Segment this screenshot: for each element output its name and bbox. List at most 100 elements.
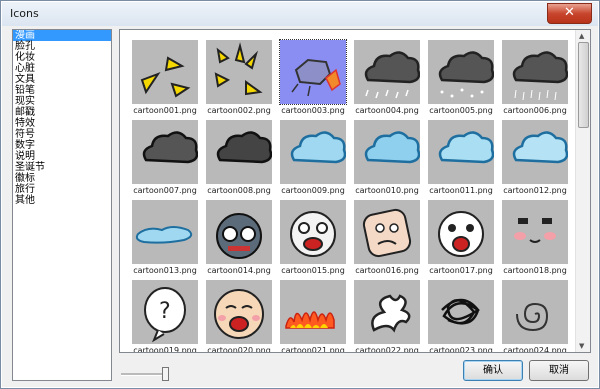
cartoon-icon	[291, 58, 341, 97]
scroll-up-icon[interactable]: ▲	[579, 32, 584, 40]
icon-thumbnail[interactable]	[502, 280, 568, 344]
icon-thumbnail[interactable]	[354, 40, 420, 104]
category-item[interactable]: 漫画	[13, 30, 111, 41]
category-item[interactable]: 脸孔	[13, 41, 111, 52]
cartoon-icon	[285, 311, 335, 329]
icon-filename: cartoon021.png	[281, 346, 345, 353]
category-item[interactable]: 邮戳	[13, 107, 111, 118]
icon-thumbnail[interactable]	[132, 120, 198, 184]
icon-thumbnail[interactable]	[206, 200, 272, 264]
icon-thumbnail[interactable]	[280, 120, 346, 184]
cartoon-icon	[290, 211, 336, 257]
cartoon-icon	[371, 294, 411, 333]
icon-thumbnail[interactable]	[428, 200, 494, 264]
icon-tile[interactable]: cartoon008.png	[202, 118, 276, 198]
cartoon-icon	[438, 131, 494, 164]
icon-thumbnail[interactable]	[502, 200, 568, 264]
icon-tile[interactable]: cartoon005.png	[424, 38, 498, 118]
icon-tile[interactable]: cartoon002.png	[202, 38, 276, 118]
icon-tile[interactable]: cartoon016.png	[350, 198, 424, 278]
category-item[interactable]: 说明	[13, 151, 111, 162]
icon-tile[interactable]: cartoon003.png	[276, 38, 350, 118]
icon-tile[interactable]: cartoon015.png	[276, 198, 350, 278]
icon-thumbnail[interactable]	[132, 200, 198, 264]
scroll-down-icon[interactable]: ▼	[579, 342, 584, 350]
icon-filename: cartoon018.png	[503, 266, 567, 275]
icon-tile[interactable]: ? cartoon019.png	[128, 278, 202, 353]
cartoon-icon	[140, 56, 191, 98]
icon-thumbnail[interactable]	[206, 280, 272, 344]
icon-filename: cartoon019.png	[133, 346, 197, 353]
cancel-button[interactable]: 取消	[529, 360, 589, 381]
icon-tile[interactable]: cartoon009.png	[276, 118, 350, 198]
icon-thumbnail[interactable]	[132, 40, 198, 104]
category-item[interactable]: 特效	[13, 118, 111, 129]
icon-tile[interactable]: cartoon011.png	[424, 118, 498, 198]
cartoon-icon	[216, 131, 272, 164]
category-item[interactable]: 数字	[13, 140, 111, 151]
icon-thumbnail[interactable]	[428, 40, 494, 104]
slider-track	[121, 373, 167, 376]
cartoon-icon	[514, 218, 556, 243]
cartoon-icon	[290, 131, 346, 164]
icon-thumbnail[interactable]	[206, 40, 272, 104]
icon-tile[interactable]: cartoon024.png	[498, 278, 572, 352]
cartoon-icon	[438, 211, 484, 257]
vertical-scrollbar[interactable]: ▲ ▼	[575, 30, 590, 352]
cartoon-icon	[135, 226, 193, 244]
icon-tile[interactable]: cartoon014.png	[202, 198, 276, 278]
icon-thumbnail[interactable]	[280, 280, 346, 344]
cartoon-icon	[214, 289, 264, 339]
icon-filename: cartoon008.png	[207, 186, 271, 195]
zoom-slider[interactable]	[121, 367, 169, 381]
slider-knob[interactable]	[162, 367, 169, 381]
category-item[interactable]: 徽标	[13, 173, 111, 184]
category-item[interactable]: 圣诞节	[13, 162, 111, 173]
icon-tile[interactable]: cartoon004.png	[350, 38, 424, 118]
category-item[interactable]: 文具	[13, 74, 111, 85]
icon-tile[interactable]: cartoon021.png	[276, 278, 350, 353]
icon-thumbnail[interactable]	[428, 120, 494, 184]
icon-tile[interactable]: cartoon010.png	[350, 118, 424, 198]
icon-thumbnail[interactable]	[354, 120, 420, 184]
category-item[interactable]: 现实	[13, 96, 111, 107]
icon-filename: cartoon017.png	[429, 266, 493, 275]
icon-thumbnail[interactable]	[354, 200, 420, 264]
icon-filename: cartoon009.png	[281, 186, 345, 195]
cartoon-icon	[214, 42, 263, 96]
icon-tile[interactable]: cartoon013.png	[128, 198, 202, 278]
icon-tile[interactable]: cartoon006.png	[498, 38, 572, 118]
icon-grid-panel: cartoon001.png cartoon002.png cartoon003.p…	[119, 29, 591, 353]
icon-tile[interactable]: cartoon012.png	[498, 118, 572, 198]
category-item[interactable]: 其他	[13, 195, 111, 206]
category-item[interactable]: 心脏	[13, 63, 111, 74]
icon-thumbnail[interactable]	[428, 280, 494, 344]
icon-thumbnail[interactable]	[502, 40, 568, 104]
icon-thumbnail[interactable]	[354, 280, 420, 344]
icon-tile[interactable]: cartoon020.png	[202, 278, 276, 352]
category-list[interactable]: 漫画 脸孔 化妆 心脏 文具 铅笔 现实 邮戳 特效 符号 数字 说明 圣诞节 徽标 旅行 其他	[12, 29, 112, 381]
icon-tile[interactable]: cartoon023.png	[424, 278, 498, 352]
category-item[interactable]: 化妆	[13, 52, 111, 63]
icon-thumbnail[interactable]	[279, 39, 347, 105]
icon-filename: cartoon014.png	[207, 266, 271, 275]
category-item[interactable]: 符号	[13, 129, 111, 140]
icon-tile[interactable]: cartoon007.png	[128, 118, 202, 198]
cartoon-icon	[364, 51, 420, 99]
icon-thumbnail[interactable]	[206, 120, 272, 184]
category-item[interactable]: 旅行	[13, 184, 111, 195]
icon-tile[interactable]: cartoon017.png	[424, 198, 498, 278]
close-button[interactable]: ✕	[547, 3, 592, 24]
icon-filename: cartoon001.png	[133, 106, 197, 115]
icon-tile[interactable]: cartoon001.png	[128, 38, 202, 118]
icon-tile[interactable]: cartoon018.png	[498, 198, 572, 278]
cartoon-icon	[512, 51, 568, 101]
cartoon-icon	[364, 131, 420, 164]
category-item[interactable]: 铅笔	[13, 85, 111, 96]
scrollbar-thumb[interactable]	[578, 42, 589, 128]
ok-button[interactable]: 确认	[463, 360, 523, 381]
icon-thumbnail[interactable]: ?	[132, 280, 198, 344]
icon-thumbnail[interactable]	[280, 200, 346, 264]
icon-thumbnail[interactable]	[502, 120, 568, 184]
icon-tile[interactable]: cartoon022.png	[350, 278, 424, 352]
